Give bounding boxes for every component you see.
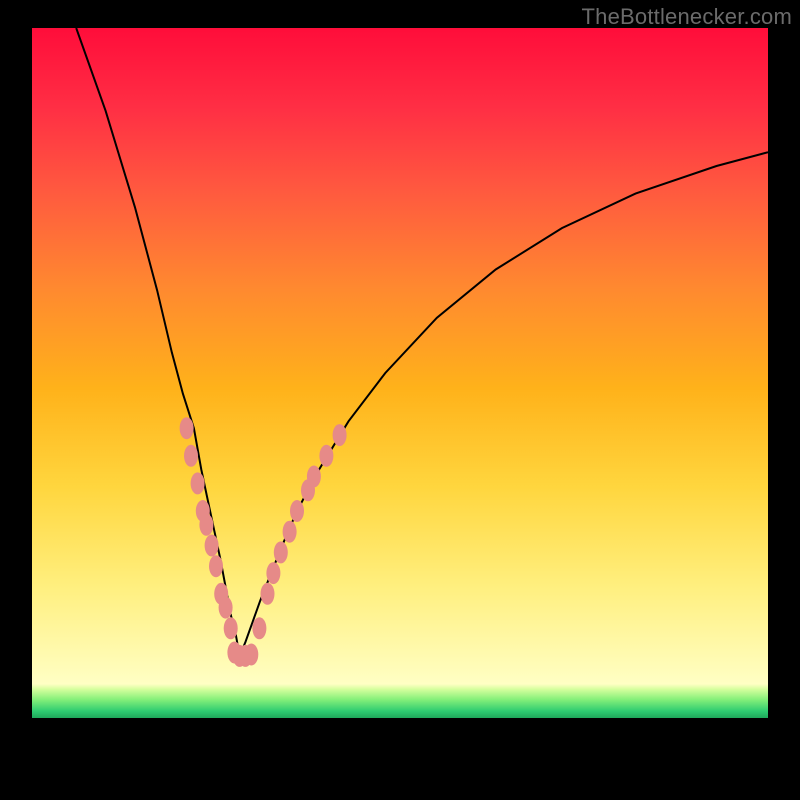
data-dot xyxy=(219,597,233,619)
data-dot xyxy=(199,514,213,536)
curve-svg-layer xyxy=(32,28,768,772)
data-dot xyxy=(333,424,347,446)
watermark-text: TheBottlenecker.com xyxy=(582,4,792,30)
data-dot xyxy=(252,617,266,639)
dots-group xyxy=(180,417,347,667)
data-dot xyxy=(224,617,238,639)
plot-area xyxy=(32,28,768,772)
data-dot xyxy=(290,500,304,522)
data-dot xyxy=(244,644,258,666)
data-dot xyxy=(191,472,205,494)
data-dot xyxy=(209,555,223,577)
curve-right-arm xyxy=(240,152,768,656)
outer-frame: TheBottlenecker.com xyxy=(0,0,800,800)
data-dot xyxy=(184,445,198,467)
data-dot xyxy=(266,562,280,584)
data-dot xyxy=(283,521,297,543)
data-dot xyxy=(274,541,288,563)
data-dot xyxy=(205,535,219,557)
data-dot xyxy=(261,583,275,605)
data-dot xyxy=(319,445,333,467)
data-dot xyxy=(180,417,194,439)
data-dot xyxy=(307,466,321,488)
